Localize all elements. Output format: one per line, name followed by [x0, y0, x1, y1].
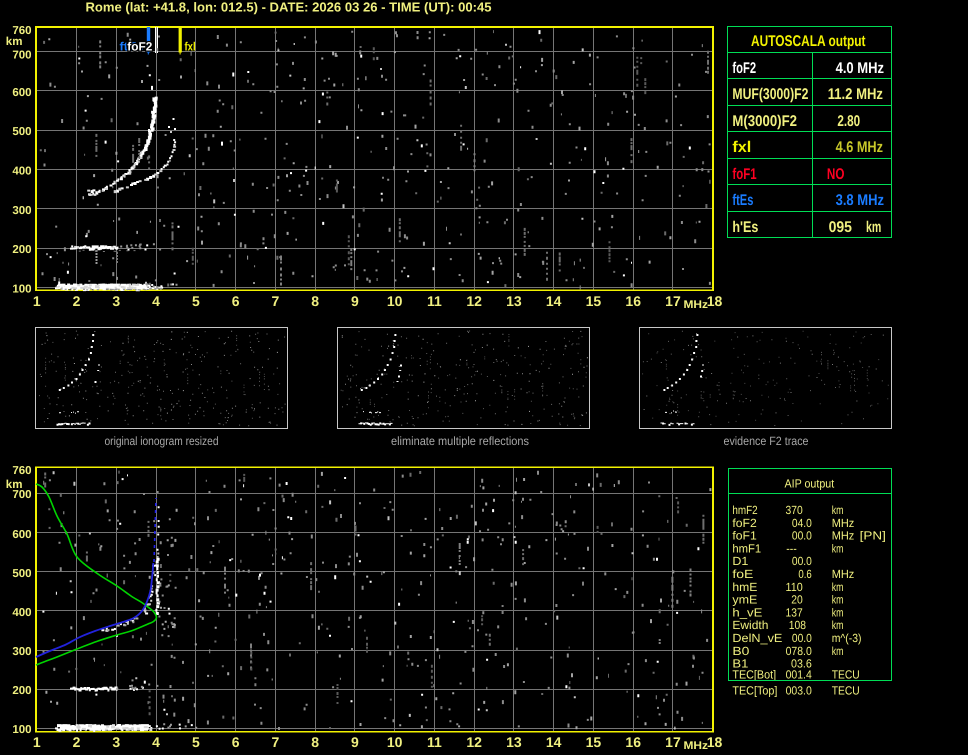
svg-text:AIP output: AIP output	[785, 477, 835, 491]
svg-text:17: 17	[665, 734, 681, 750]
svg-text:2: 2	[73, 293, 81, 309]
svg-text:ftEs: ftEs	[732, 192, 753, 209]
svg-text:13: 13	[506, 293, 522, 309]
svg-text:4.0 MHz: 4.0 MHz	[836, 60, 885, 77]
svg-text:h'Es: h'Es	[732, 219, 758, 236]
svg-text:600: 600	[12, 87, 31, 99]
svg-text:4: 4	[152, 293, 160, 309]
svg-text:18: 18	[707, 734, 723, 750]
svg-text:4.6 MHz: 4.6 MHz	[836, 139, 884, 156]
svg-text:095: 095	[829, 219, 853, 236]
svg-text:2: 2	[73, 734, 81, 750]
svg-text:MHz: MHz	[684, 299, 709, 311]
svg-text:10: 10	[387, 293, 403, 309]
svg-text:300: 300	[12, 205, 31, 217]
svg-text:001.4: 001.4	[786, 667, 813, 681]
svg-text:km: km	[866, 219, 881, 236]
svg-text:fxl: fxl	[185, 40, 196, 54]
svg-text:14: 14	[546, 734, 562, 750]
svg-text:16: 16	[625, 293, 641, 309]
svg-text:200: 200	[12, 244, 31, 256]
svg-text:TEC[Top]: TEC[Top]	[732, 683, 777, 697]
svg-text:AUTOSCALA output: AUTOSCALA output	[751, 33, 866, 50]
svg-text:3: 3	[112, 734, 120, 750]
svg-text:foF2: foF2	[127, 40, 152, 54]
svg-text:14: 14	[546, 293, 562, 309]
svg-text:200: 200	[12, 685, 31, 697]
svg-text:700: 700	[12, 49, 31, 61]
svg-text:8: 8	[311, 734, 319, 750]
svg-text:evidence F2 trace: evidence F2 trace	[724, 434, 809, 448]
svg-text:16: 16	[625, 734, 641, 750]
svg-text:100: 100	[12, 724, 31, 736]
svg-text:600: 600	[12, 529, 31, 541]
svg-text:11: 11	[427, 734, 442, 750]
svg-text:TECU: TECU	[832, 683, 860, 697]
svg-text:MHz: MHz	[684, 740, 709, 752]
svg-text:17: 17	[665, 293, 681, 309]
svg-text:Rome (lat: +41.8, lon: 012.5): Rome (lat: +41.8, lon: 012.5) - DATE: 20…	[86, 0, 492, 15]
svg-text:1: 1	[33, 734, 41, 750]
svg-text:11: 11	[427, 293, 442, 309]
svg-text:6: 6	[232, 293, 240, 309]
svg-text:5: 5	[192, 293, 200, 309]
svg-text:NO: NO	[827, 166, 845, 183]
svg-text:15: 15	[586, 293, 602, 309]
svg-text:1: 1	[33, 293, 41, 309]
svg-text:9: 9	[351, 293, 359, 309]
svg-text:11.2 MHz: 11.2 MHz	[828, 86, 884, 103]
svg-text:3.8 MHz: 3.8 MHz	[836, 192, 885, 209]
svg-text:TECU: TECU	[832, 667, 860, 681]
svg-text:eliminate multiple reflections: eliminate multiple reflections	[391, 434, 529, 448]
svg-text:100: 100	[12, 284, 31, 296]
svg-text:fxl: fxl	[732, 139, 751, 156]
svg-text:10: 10	[387, 734, 403, 750]
svg-text:400: 400	[12, 166, 31, 178]
svg-text:km: km	[6, 36, 23, 48]
svg-text:300: 300	[12, 646, 31, 658]
svg-text:8: 8	[311, 293, 319, 309]
svg-text:MUF(3000)F2: MUF(3000)F2	[732, 86, 808, 103]
svg-text:003.0: 003.0	[786, 683, 813, 697]
svg-text:5: 5	[192, 734, 200, 750]
svg-text:2.80: 2.80	[837, 113, 860, 130]
svg-text:km: km	[832, 541, 844, 555]
svg-text:7: 7	[271, 293, 279, 309]
svg-text:500: 500	[12, 126, 31, 138]
svg-text:15: 15	[586, 734, 602, 750]
svg-text:12: 12	[466, 734, 482, 750]
svg-text:km: km	[832, 644, 844, 658]
svg-text:500: 500	[12, 568, 31, 580]
svg-text:7: 7	[271, 734, 279, 750]
svg-text:6: 6	[232, 734, 240, 750]
svg-text:400: 400	[12, 607, 31, 619]
svg-text:18: 18	[707, 293, 723, 309]
svg-text:foF2: foF2	[732, 60, 756, 77]
svg-text:9: 9	[351, 734, 359, 750]
svg-text:M(3000)F2: M(3000)F2	[732, 113, 797, 130]
svg-text:4: 4	[152, 734, 160, 750]
svg-text:700: 700	[12, 489, 31, 501]
svg-text:original ionogram resized: original ionogram resized	[105, 434, 219, 448]
svg-text:3: 3	[112, 293, 120, 309]
svg-text:760: 760	[12, 465, 31, 477]
svg-text:13: 13	[506, 734, 522, 750]
svg-text:[PN]: [PN]	[860, 529, 886, 543]
svg-text:TEC[Bot]: TEC[Bot]	[732, 667, 776, 681]
svg-text:foF1: foF1	[732, 166, 756, 183]
svg-text:12: 12	[466, 293, 482, 309]
